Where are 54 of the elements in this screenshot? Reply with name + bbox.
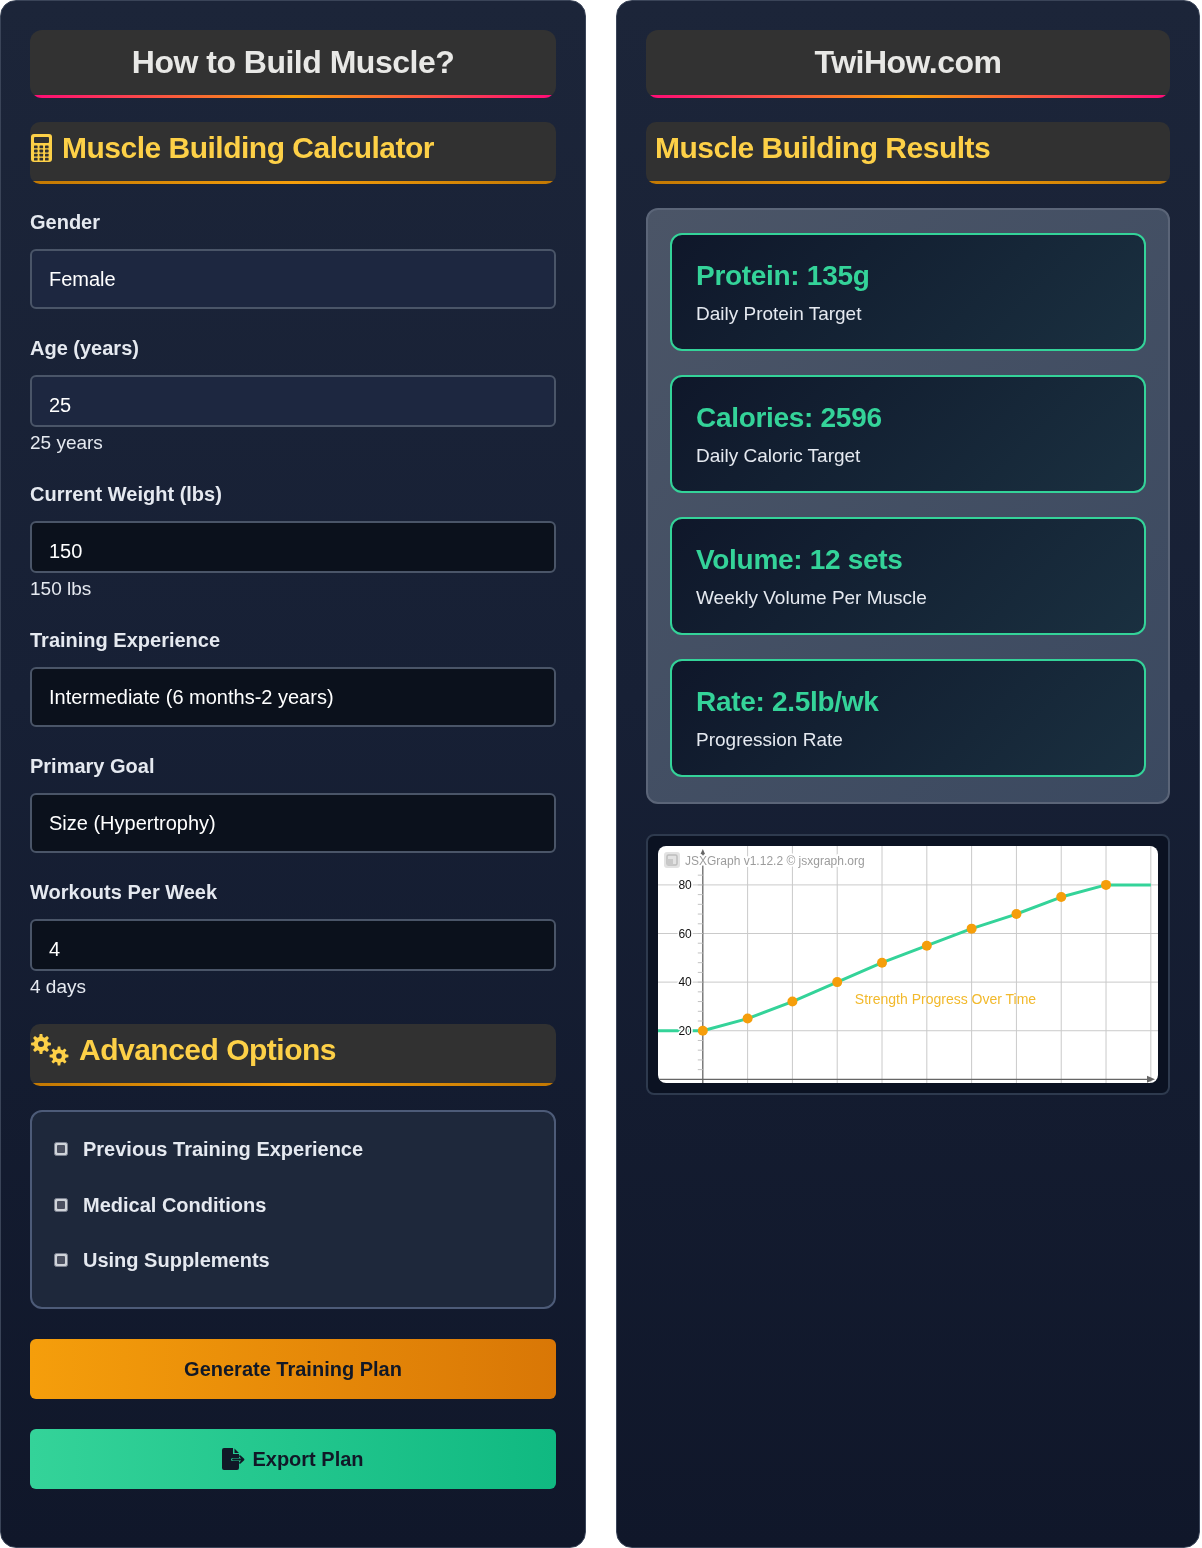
result-label: Weekly Volume Per Muscle <box>696 586 928 610</box>
checkbox[interactable] <box>54 1253 68 1267</box>
dropdown-field[interactable]: Female <box>30 249 556 309</box>
option-label[interactable]: Medical Conditions <box>83 1190 267 1219</box>
field-hint: 25 years <box>30 431 104 455</box>
gears-icon <box>31 1034 69 1066</box>
data-point <box>787 996 798 1007</box>
checkbox[interactable] <box>54 1142 68 1156</box>
result-value: Calories: 2596 <box>696 401 883 435</box>
number-field[interactable]: 25 <box>30 375 556 427</box>
section-title: Muscle Building Results <box>655 130 991 166</box>
field-label: Current Weight (lbs) <box>30 482 223 507</box>
number-field[interactable]: 150 <box>30 521 556 573</box>
dropdown-field[interactable]: Size (Hypertrophy) <box>30 793 556 853</box>
option-label[interactable]: Using Supplements <box>83 1246 270 1274</box>
field-label: Age (years) <box>30 336 140 361</box>
axis-tick-label: 20 <box>678 1023 692 1038</box>
result-label: Daily Protein Target <box>696 302 863 326</box>
checkbox[interactable] <box>54 1197 68 1212</box>
logo-icon <box>664 852 680 868</box>
field-label: Workouts Per Week <box>30 880 219 905</box>
result-value: Protein: 135g <box>696 259 871 293</box>
data-point <box>697 1025 708 1036</box>
result-label: Daily Caloric Target <box>696 444 862 468</box>
page-title: How to Build Muscle? <box>30 30 556 98</box>
file-export-icon <box>222 1447 247 1470</box>
data-point <box>1011 909 1022 920</box>
section-title: Muscle Building Calculator <box>62 130 435 166</box>
axis-tick-label: 40 <box>678 975 692 990</box>
number-field[interactable]: 4 <box>30 919 556 971</box>
option-label[interactable]: Previous Training Experience <box>83 1135 364 1163</box>
generate-plan-button[interactable]: Generate Training Plan <box>30 1338 556 1399</box>
export-button[interactable]: Export Plan <box>30 1428 556 1489</box>
site-title: TwiHow.com <box>646 30 1170 98</box>
result-label: Progression Rate <box>696 728 844 752</box>
field-label: Gender <box>30 210 102 235</box>
axis-tick-label: 80 <box>678 877 692 892</box>
axis-tick-label: 60 <box>678 926 692 941</box>
data-point <box>1101 879 1112 890</box>
data-point <box>877 957 887 968</box>
result-value: Volume: 12 sets <box>696 543 904 577</box>
data-point <box>1056 892 1067 903</box>
data-point <box>966 923 977 934</box>
dropdown-field[interactable]: Intermediate (6 months-2 years) <box>30 667 556 727</box>
field-hint: 150 lbs <box>30 577 93 601</box>
field-label: Training Experience <box>30 628 222 653</box>
result-value: Rate: 2.5lb/wk <box>696 685 880 719</box>
chart-annotation: Strength Progress Over Time <box>854 990 1037 1007</box>
data-point <box>921 940 932 951</box>
data-point <box>742 1013 753 1024</box>
section-title: Advanced Options <box>79 1032 337 1068</box>
data-point <box>832 977 843 988</box>
field-label: Primary Goal <box>30 754 156 779</box>
field-hint: 4 days <box>30 975 87 999</box>
